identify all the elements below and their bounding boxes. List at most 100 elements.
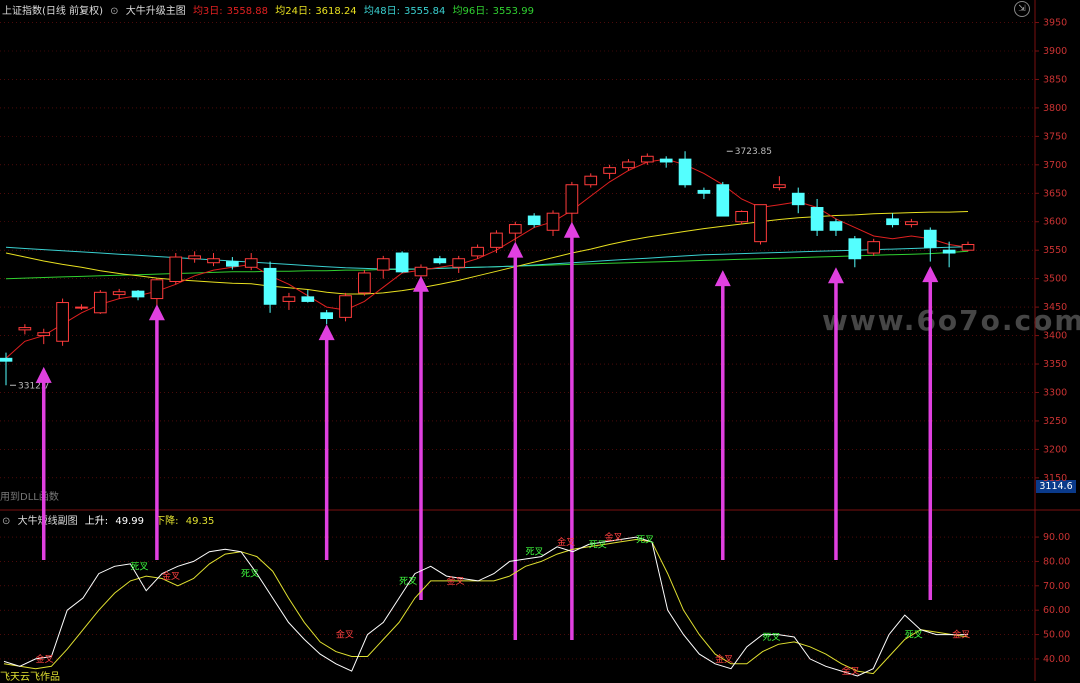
y-tick-label: 3700 — [1043, 160, 1067, 171]
arrow-head — [35, 366, 52, 383]
golden-cross-label: 金叉 — [336, 629, 354, 641]
arrow-head — [318, 324, 335, 341]
candle-body — [603, 167, 616, 174]
candle-body — [131, 290, 145, 298]
candle-body — [244, 258, 258, 268]
y-tick-label: 3400 — [1043, 331, 1067, 342]
y-tick-label: 3250 — [1043, 416, 1067, 427]
y-tick-label: 3150 — [1043, 473, 1067, 484]
candle-body — [471, 246, 484, 257]
golden-cross-label: 金叉 — [446, 575, 464, 587]
candle-body — [791, 192, 805, 206]
candle-body — [508, 224, 522, 234]
candle-body — [395, 252, 409, 273]
candle-body — [659, 158, 673, 163]
candle-body — [490, 232, 503, 248]
candle-body — [112, 291, 126, 296]
y-tick-label: 3500 — [1043, 274, 1067, 285]
candle-body — [716, 184, 730, 217]
arrow-head — [827, 267, 844, 284]
arrow-head — [412, 275, 429, 292]
arrow-head — [563, 221, 580, 238]
sub-down-line — [3, 538, 969, 675]
sub-y-tick-label: 70.00 — [1043, 581, 1070, 592]
death-cross-label: 死叉 — [130, 561, 148, 572]
candle-body — [18, 327, 32, 331]
candle-body — [905, 221, 918, 226]
candle-body — [886, 218, 899, 226]
golden-cross-label: 金叉 — [557, 536, 575, 548]
candle-body — [207, 258, 220, 264]
y-tick-label: 3600 — [1043, 217, 1067, 228]
candle-body — [75, 306, 88, 309]
y-tick-label: 3300 — [1043, 387, 1067, 398]
candle-body — [961, 244, 975, 251]
candle-body — [301, 296, 315, 302]
candle-body — [414, 266, 428, 277]
death-cross-label: 死叉 — [399, 576, 417, 587]
candle-body — [169, 256, 183, 282]
sub-y-tick-label: 60.00 — [1043, 605, 1070, 616]
arrow-head — [922, 266, 939, 283]
y-tick-label: 3450 — [1043, 302, 1067, 313]
candle-body — [735, 210, 748, 223]
death-cross-label: 死叉 — [526, 547, 544, 558]
annotation-label: 3723.85 — [735, 147, 772, 157]
candle-body — [754, 204, 767, 243]
sub-y-tick-label: 90.00 — [1043, 532, 1070, 543]
death-cross-label: 死叉 — [241, 569, 259, 580]
candle-body — [37, 332, 51, 337]
y-tick-label: 3350 — [1043, 359, 1067, 370]
y-tick-label: 3950 — [1043, 18, 1067, 29]
death-cross-label: 死叉 — [763, 632, 781, 643]
candle-body — [640, 155, 654, 163]
y-tick-label: 3550 — [1043, 245, 1067, 256]
ma48-line — [5, 246, 969, 270]
candle-body — [848, 238, 862, 260]
candle-body — [0, 357, 13, 362]
candle-body — [829, 221, 843, 231]
golden-cross-label: 金叉 — [952, 629, 970, 641]
candle-body — [150, 279, 164, 300]
candle-body — [358, 272, 371, 294]
candle-body — [282, 296, 296, 302]
candle-body — [546, 212, 560, 231]
candle-body — [226, 261, 239, 267]
death-cross-label: 死叉 — [905, 630, 923, 641]
candle-body — [584, 175, 598, 186]
y-tick-label: 3750 — [1043, 131, 1067, 142]
golden-cross-label: 金叉 — [715, 653, 733, 665]
candle-body — [942, 249, 956, 254]
chart-svg: 3150 3200 3250 3300 3350 3400 3450 3500 3550 3600… — [0, 0, 1080, 681]
sub-y-tick-label: 40.00 — [1043, 654, 1070, 665]
y-tick-label: 3800 — [1043, 103, 1067, 114]
candle-body — [867, 241, 881, 254]
arrow-head — [714, 270, 731, 287]
sub-up-line — [3, 536, 968, 677]
golden-cross-label: 金叉 — [36, 653, 54, 665]
candle-body — [56, 302, 69, 342]
arrow-head — [148, 304, 165, 321]
candle-body — [452, 258, 466, 268]
golden-cross-label: 金叉 — [842, 665, 860, 677]
candle-body — [339, 295, 352, 318]
candle-body — [188, 255, 201, 260]
candle-body — [678, 158, 692, 186]
candle-body — [773, 184, 786, 189]
candle-body — [810, 207, 824, 231]
y-tick-label: 3200 — [1043, 444, 1067, 455]
y-tick-label: 3850 — [1043, 74, 1067, 85]
sub-y-tick-label: 80.00 — [1043, 556, 1070, 567]
ma96-line — [5, 250, 969, 280]
candle-body — [263, 267, 277, 305]
candle-body — [923, 229, 937, 248]
death-cross-label: 死叉 — [636, 535, 654, 546]
ma24-line — [5, 211, 969, 295]
candle-body — [565, 184, 579, 214]
candle-body — [622, 161, 635, 169]
y-tick-label: 3900 — [1043, 46, 1067, 57]
candle-body — [433, 258, 447, 264]
golden-cross-label: 金叉 — [162, 570, 180, 582]
golden-cross-label: 金叉 — [605, 531, 623, 543]
candle-body — [376, 258, 390, 271]
